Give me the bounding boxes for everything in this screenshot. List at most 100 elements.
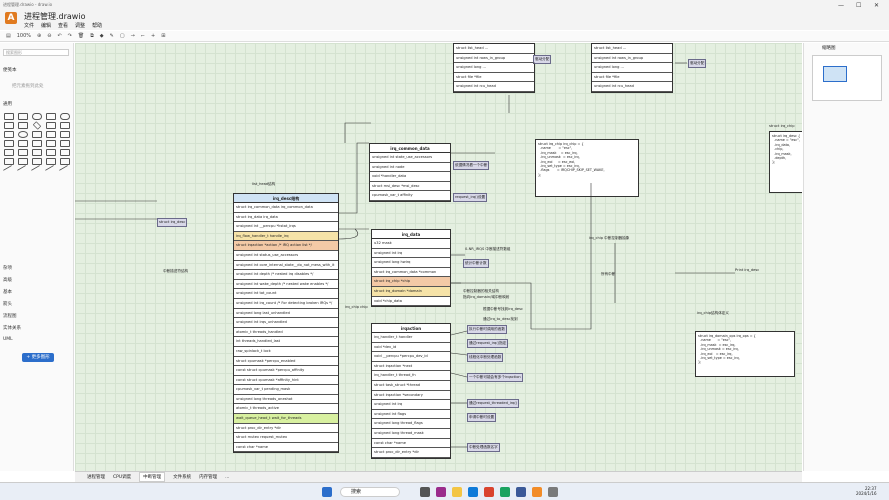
shape-item[interactable] bbox=[60, 140, 70, 147]
delete-icon[interactable]: 🗑 bbox=[78, 33, 84, 39]
shape-item[interactable] bbox=[44, 164, 58, 177]
shape-item[interactable] bbox=[32, 121, 42, 130]
category-advanced[interactable]: 高级 bbox=[3, 277, 12, 283]
waypoints-icon[interactable]: ⌐ bbox=[141, 33, 145, 39]
fill-color-icon[interactable]: ◆ bbox=[100, 33, 104, 39]
connector-line bbox=[344, 122, 371, 143]
taskview-icon[interactable] bbox=[420, 487, 430, 497]
word-icon[interactable] bbox=[516, 487, 526, 497]
chrome-icon[interactable] bbox=[484, 487, 494, 497]
shape-item[interactable] bbox=[18, 158, 28, 165]
connector-line bbox=[450, 330, 468, 336]
maximize-button[interactable]: ☐ bbox=[856, 2, 861, 9]
shape-item[interactable] bbox=[60, 131, 70, 138]
shape-item[interactable] bbox=[18, 122, 28, 129]
connector-line bbox=[450, 352, 468, 356]
drawio-app-icon: A bbox=[5, 12, 17, 24]
zoom-in-icon[interactable]: ⊕ bbox=[37, 33, 41, 39]
view-icon[interactable]: ▤ bbox=[6, 33, 11, 39]
shape-item[interactable] bbox=[60, 113, 70, 120]
category-arrows[interactable]: 箭头 bbox=[3, 301, 12, 307]
shape-item[interactable] bbox=[4, 113, 14, 120]
to-front-icon[interactable]: ⧉ bbox=[90, 33, 94, 39]
shape-item[interactable] bbox=[18, 131, 28, 138]
tab-mem[interactable]: 内存管理 bbox=[199, 474, 217, 480]
zoom-out-icon[interactable]: ⊖ bbox=[47, 33, 51, 39]
tab-interrupt[interactable]: 中断管理 bbox=[139, 472, 166, 482]
shape-item[interactable] bbox=[60, 122, 70, 129]
taskbar-search[interactable]: 搜索 bbox=[340, 487, 400, 497]
shape-item[interactable] bbox=[46, 158, 56, 165]
shape-item[interactable] bbox=[4, 158, 14, 165]
tab-fs[interactable]: 文件系统 bbox=[173, 474, 191, 480]
tab-more[interactable]: ... bbox=[225, 475, 229, 480]
scratchpad-header[interactable]: 便笺本 bbox=[3, 67, 17, 73]
close-button[interactable]: ✕ bbox=[874, 2, 879, 9]
viewport-indicator[interactable] bbox=[823, 66, 847, 82]
shape-item[interactable] bbox=[46, 122, 56, 129]
document-title[interactable]: 进程管理.drawio bbox=[24, 11, 85, 22]
scratchpad-hint: 把元素拖到此处 bbox=[12, 84, 44, 89]
shape-item[interactable] bbox=[4, 122, 14, 129]
start-icon[interactable] bbox=[322, 487, 332, 497]
shape-item[interactable] bbox=[4, 140, 14, 147]
shape-item[interactable] bbox=[46, 140, 56, 147]
shape-item[interactable] bbox=[32, 140, 42, 147]
shape-item[interactable] bbox=[4, 149, 14, 156]
connector-line bbox=[451, 282, 532, 329]
shape-item[interactable] bbox=[60, 158, 70, 165]
insert-icon[interactable]: + bbox=[151, 33, 155, 39]
category-misc[interactable]: 杂项 bbox=[3, 265, 12, 271]
zoom-level[interactable]: 100% bbox=[17, 33, 31, 39]
category-flowchart[interactable]: 流程图 bbox=[3, 313, 17, 319]
menu-file[interactable]: 文件 bbox=[24, 22, 34, 29]
shape-item[interactable] bbox=[60, 149, 70, 156]
shape-item[interactable] bbox=[46, 149, 56, 156]
connector-line bbox=[531, 183, 592, 330]
redo-icon[interactable]: ↷ bbox=[68, 33, 72, 39]
tab-cpu-sched[interactable]: CPU调度 bbox=[113, 474, 131, 480]
shape-item[interactable] bbox=[18, 113, 28, 120]
shape-item[interactable] bbox=[4, 131, 14, 138]
category-er[interactable]: 实体关系 bbox=[3, 325, 21, 331]
window-title: 进程管理.drawio - draw.io bbox=[3, 2, 53, 7]
menu-view[interactable]: 查看 bbox=[58, 22, 68, 29]
shape-item[interactable] bbox=[18, 149, 28, 156]
app-icon[interactable] bbox=[436, 487, 446, 497]
more-shapes-button[interactable]: + 更多图形 bbox=[22, 353, 54, 362]
tab-process[interactable]: 进程管理 bbox=[87, 474, 105, 480]
shape-item[interactable] bbox=[46, 113, 56, 120]
shape-item[interactable] bbox=[32, 131, 42, 138]
outline-minimap[interactable] bbox=[812, 55, 882, 101]
table-icon[interactable]: ⊞ bbox=[161, 33, 165, 39]
shape-item[interactable] bbox=[2, 164, 16, 177]
drawio-taskbar-icon[interactable] bbox=[532, 487, 542, 497]
category-uml[interactable]: UML bbox=[3, 337, 13, 342]
menu-help[interactable]: 帮助 bbox=[92, 22, 102, 29]
shape-item[interactable] bbox=[30, 164, 44, 177]
edge-icon[interactable] bbox=[468, 487, 478, 497]
menu-edit[interactable]: 编辑 bbox=[41, 22, 51, 29]
shape-item[interactable] bbox=[18, 140, 28, 147]
undo-icon[interactable]: ↶ bbox=[57, 33, 61, 39]
diagram-canvas[interactable]: struct list_head ... unsigned int rows_i… bbox=[75, 43, 802, 471]
shape-item[interactable] bbox=[46, 131, 56, 138]
explorer-icon[interactable] bbox=[452, 487, 462, 497]
shape-item[interactable] bbox=[32, 149, 42, 156]
menu-arrange[interactable]: 调整 bbox=[75, 22, 85, 29]
shape-item[interactable] bbox=[58, 164, 72, 177]
connection-icon[interactable]: → bbox=[131, 33, 135, 39]
clock[interactable]: 22:37 2024/1/16 bbox=[856, 486, 877, 496]
shape-item[interactable] bbox=[16, 164, 30, 177]
terminal-icon[interactable] bbox=[548, 487, 558, 497]
general-header[interactable]: 通用 bbox=[3, 101, 12, 107]
wechat-icon[interactable] bbox=[500, 487, 510, 497]
shape-search-input[interactable]: 搜索图形 bbox=[3, 49, 69, 56]
line-color-icon[interactable]: ✎ bbox=[110, 33, 114, 39]
shadow-icon[interactable]: ▢ bbox=[120, 33, 125, 39]
shape-item[interactable] bbox=[32, 158, 42, 165]
category-basic[interactable]: 基本 bbox=[3, 289, 12, 295]
shape-item[interactable] bbox=[32, 113, 42, 120]
format-panel: 缩略图 bbox=[803, 43, 889, 471]
minimize-button[interactable]: — bbox=[838, 2, 844, 9]
